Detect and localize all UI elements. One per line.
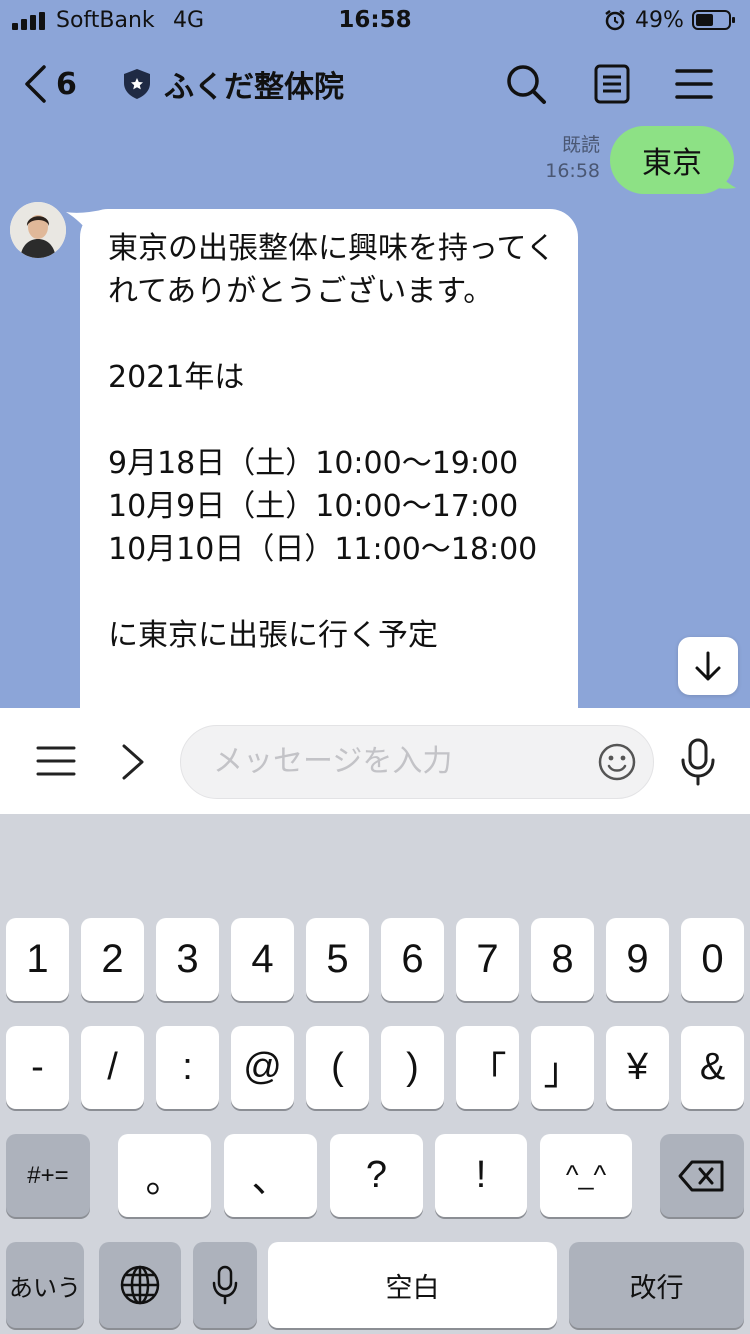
key-6[interactable]: 6	[381, 918, 444, 1001]
microphone-icon	[212, 1265, 238, 1305]
key-9[interactable]: 9	[606, 918, 669, 1001]
key-colon[interactable]: :	[156, 1026, 219, 1109]
avatar[interactable]	[10, 202, 66, 258]
read-receipt: 既読	[561, 134, 600, 156]
battery-percent: 49%	[635, 8, 684, 33]
key-4[interactable]: 4	[231, 918, 294, 1001]
key-dictation[interactable]	[193, 1242, 257, 1328]
key-period[interactable]: 。	[118, 1134, 211, 1217]
keyboard: 1 2 3 4 5 6 7 8 9 0 - / : @ ( ) 「 」 ¥ & …	[0, 814, 750, 1334]
key-question[interactable]: ?	[330, 1134, 423, 1217]
key-close-paren[interactable]: )	[381, 1026, 444, 1109]
key-comma[interactable]: 、	[224, 1134, 317, 1217]
back-chevron-icon	[25, 65, 46, 103]
chat-title: ふくだ整体院	[164, 70, 344, 105]
message-input[interactable]: メッセージを入力	[180, 725, 654, 799]
battery-icon	[692, 10, 735, 30]
notes-icon[interactable]	[590, 62, 634, 106]
nav-bar: 6 ふくだ整体院	[0, 42, 750, 128]
scroll-to-bottom-button[interactable]	[678, 637, 738, 695]
key-kana-mode[interactable]: あいう	[6, 1242, 84, 1328]
message-input-bar: メッセージを入力	[0, 708, 750, 814]
sent-time: 16:58	[545, 160, 600, 182]
key-1[interactable]: 1	[6, 918, 69, 1001]
sent-message-bubble[interactable]: 東京	[610, 126, 734, 194]
key-yen[interactable]: ¥	[606, 1026, 669, 1109]
avatar-image	[10, 202, 66, 258]
key-backspace[interactable]	[660, 1134, 744, 1217]
received-message-bubble[interactable]: 東京の出張整体に興味を持ってくれてありがとうございます。 2021年は 9月18…	[80, 209, 578, 708]
key-open-paren[interactable]: (	[306, 1026, 369, 1109]
key-more-symbols[interactable]: #+=	[6, 1134, 90, 1217]
key-space[interactable]: 空白	[268, 1242, 557, 1328]
backspace-icon	[678, 1160, 724, 1191]
chevron-right-icon[interactable]	[118, 742, 148, 782]
search-icon[interactable]	[504, 62, 548, 106]
microphone-icon[interactable]	[678, 738, 718, 786]
status-bar: SoftBank 4G 16:58 49%	[0, 0, 750, 42]
chat-area[interactable]: SoftBank 4G 16:58 49% 6 ふくだ整体院 既読 16:58 …	[0, 0, 750, 708]
key-ampersand[interactable]: &	[681, 1026, 744, 1109]
key-8[interactable]: 8	[531, 918, 594, 1001]
arrow-down-icon	[695, 651, 721, 681]
key-exclamation[interactable]: !	[435, 1134, 527, 1217]
received-message-text: 東京の出張整体に興味を持ってくれてありがとうございます。 2021年は 9月18…	[108, 231, 556, 653]
menu-icon[interactable]	[672, 62, 716, 106]
key-slash[interactable]: /	[81, 1026, 144, 1109]
key-close-bracket[interactable]: 」	[531, 1026, 594, 1109]
key-3[interactable]: 3	[156, 918, 219, 1001]
sent-message-meta: 既読 16:58	[520, 132, 600, 184]
shield-icon	[124, 69, 150, 99]
hamburger-menu-icon[interactable]	[36, 744, 76, 778]
key-return[interactable]: 改行	[569, 1242, 744, 1328]
key-hyphen[interactable]: -	[6, 1026, 69, 1109]
unread-count: 6	[56, 66, 77, 102]
key-2[interactable]: 2	[81, 918, 144, 1001]
key-globe[interactable]	[99, 1242, 181, 1328]
key-0[interactable]: 0	[681, 918, 744, 1001]
emoji-icon[interactable]	[597, 742, 637, 782]
key-5[interactable]: 5	[306, 918, 369, 1001]
back-button[interactable]: 6	[22, 62, 102, 106]
key-7[interactable]: 7	[456, 918, 519, 1001]
globe-icon	[120, 1265, 160, 1305]
key-kaomoji[interactable]: ^_^	[540, 1134, 632, 1217]
alarm-icon	[605, 10, 625, 31]
key-open-bracket[interactable]: 「	[456, 1026, 519, 1109]
key-at[interactable]: @	[231, 1026, 294, 1109]
